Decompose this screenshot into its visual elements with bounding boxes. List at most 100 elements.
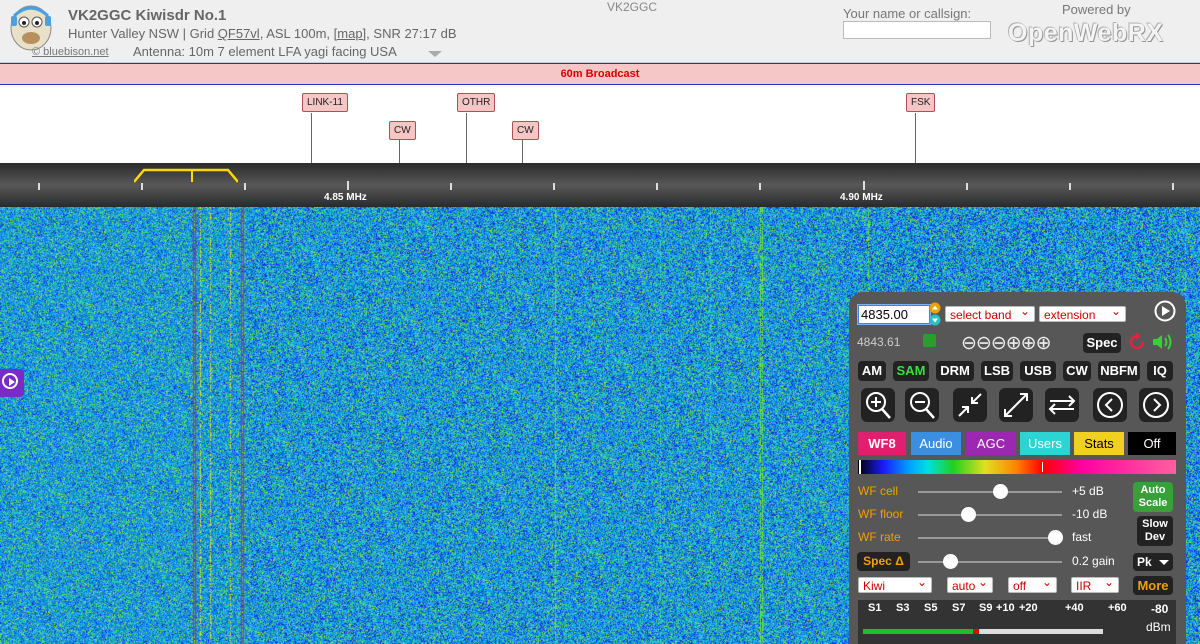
top-bar: VK2GGC Kiwisdr No.1 Hunter Valley NSW | … — [0, 0, 1200, 63]
scale-label: 4.85 MHz — [324, 192, 367, 203]
side-panel-toggle-button[interactable] — [0, 369, 24, 397]
name-input[interactable] — [843, 21, 991, 39]
spec-gain-slider[interactable] — [918, 554, 1062, 569]
wf-rate-value: fast — [1072, 530, 1092, 544]
spec-delta-button[interactable]: Spec Δ — [857, 552, 910, 571]
dbm-value: -80 — [1151, 602, 1169, 616]
off-select[interactable]: off — [1008, 577, 1057, 593]
mode-button-lsb[interactable]: LSB — [981, 361, 1013, 381]
wf-cell-value: +5 dB — [1072, 484, 1104, 498]
powered-by-label: Powered by — [1062, 2, 1131, 17]
wf-floor-label: WF floor — [858, 507, 904, 521]
wf-cell-label: WF cell — [858, 484, 898, 498]
extension-select[interactable]: extension — [1039, 306, 1126, 322]
credit-link[interactable]: © bluebison.net — [32, 46, 109, 58]
slider-handle[interactable] — [942, 554, 958, 569]
mode-button-nbfm[interactable]: NBFM — [1098, 361, 1140, 381]
collapse-header-icon[interactable] — [428, 51, 442, 57]
mode-button-sam[interactable]: SAM — [893, 361, 929, 381]
auto-scale-button[interactable]: Auto Scale — [1133, 482, 1173, 512]
auto-select[interactable]: auto — [947, 577, 993, 593]
wf-floor-slider[interactable] — [918, 507, 1062, 522]
wf-rate-slider[interactable] — [918, 530, 1063, 545]
external-link-icon[interactable] — [923, 334, 936, 347]
page-right-button[interactable] — [1139, 388, 1173, 422]
tab-stats[interactable]: Stats — [1074, 432, 1124, 455]
band-select[interactable]: select band — [945, 306, 1035, 322]
s-meter-label: +10 — [996, 602, 1015, 614]
name-label: Your name or callsign: — [843, 6, 972, 21]
speaker-icon[interactable] — [1151, 332, 1175, 352]
play-icon[interactable] — [1154, 300, 1176, 322]
tab-users[interactable]: Users — [1020, 432, 1070, 455]
slow-dev-button[interactable]: Slow Dev — [1137, 516, 1173, 546]
slider-handle[interactable] — [1047, 530, 1063, 545]
dx-label[interactable]: FSK — [906, 93, 936, 112]
zoom-in-button[interactable] — [861, 388, 895, 422]
dx-label[interactable]: CW — [389, 121, 416, 140]
kiwi-select[interactable]: Kiwi — [858, 577, 932, 593]
zoom-max-out-button[interactable] — [999, 388, 1033, 422]
s-meter-label: +20 — [1019, 602, 1038, 614]
slider-handle[interactable] — [961, 507, 977, 522]
band-label: 60m Broadcast — [560, 68, 640, 80]
map-link[interactable]: [map] — [334, 26, 367, 41]
peak-select[interactable]: Pk — [1133, 553, 1173, 571]
secondary-frequency: 4843.61 — [857, 335, 901, 349]
dx-label[interactable]: OTHR — [457, 93, 496, 112]
iir-select[interactable]: IIR — [1071, 577, 1119, 593]
station-title: VK2GGC Kiwisdr No.1 — [68, 7, 227, 24]
wf-floor-value: -10 dB — [1072, 507, 1108, 521]
mode-button-iq[interactable]: IQ — [1147, 361, 1173, 381]
zoom-band-button[interactable] — [953, 388, 987, 422]
scale-tick — [966, 183, 968, 190]
expand-arrows-icon — [1004, 393, 1028, 417]
dx-label[interactable]: CW — [512, 121, 539, 140]
tab-off[interactable]: Off — [1128, 432, 1176, 455]
wf-cell-slider[interactable] — [918, 484, 1062, 499]
refresh-icon[interactable] — [1127, 332, 1147, 352]
band-bar[interactable]: 60m Broadcast — [0, 64, 1200, 84]
frequency-input[interactable]: 4835.00 — [858, 305, 930, 324]
frequency-scale[interactable]: 4.85 MHz 4.90 MHz — [0, 163, 1200, 207]
slider-handle[interactable] — [993, 484, 1009, 499]
scale-tick — [38, 183, 40, 190]
grid-link[interactable]: QF57vl — [218, 26, 260, 41]
mode-button-am[interactable]: AM — [858, 361, 886, 381]
page-left-button[interactable] — [1093, 388, 1127, 422]
waterfall-colorbar — [858, 460, 1176, 474]
dx-label[interactable]: LINK-11 — [302, 93, 348, 112]
chevron-left-icon — [1097, 392, 1123, 418]
dx-marker-line — [466, 113, 467, 163]
scale-tick — [656, 183, 658, 190]
tab-audio[interactable]: Audio — [911, 432, 961, 455]
scale-tick — [347, 181, 349, 190]
mode-button-cw[interactable]: CW — [1063, 361, 1091, 381]
play-circle-icon — [2, 373, 18, 389]
freq-step-buttons[interactable]: ⊖⊖⊖⊕⊕⊕ — [961, 332, 1052, 355]
frequency-step-icon[interactable] — [929, 302, 941, 326]
scale-tick — [553, 183, 555, 190]
passband-marker[interactable] — [134, 166, 238, 184]
antenna-info: Antenna: 10m 7 element LFA yagi facing U… — [133, 44, 397, 59]
zoom-out-button[interactable] — [905, 388, 939, 422]
s-meter-label: S5 — [924, 602, 938, 614]
wf-rate-label: WF rate — [858, 530, 901, 544]
spec-gain-value: 0.2 gain — [1072, 554, 1115, 568]
openwebrx-logo[interactable]: OpenWebRX — [1008, 19, 1163, 48]
scale-tick — [1069, 183, 1071, 190]
mode-button-usb[interactable]: USB — [1020, 361, 1056, 381]
spec-button[interactable]: Spec — [1083, 333, 1121, 353]
zoom-in-icon — [866, 392, 891, 419]
swap-button[interactable] — [1045, 388, 1079, 422]
station-location: Hunter Valley NSW | Grid QF57vl, ASL 100… — [68, 26, 457, 41]
scale-tick — [1172, 183, 1174, 190]
more-button[interactable]: More — [1133, 576, 1173, 595]
tab-agc[interactable]: AGC — [966, 432, 1016, 455]
mode-button-drm[interactable]: DRM — [936, 361, 974, 381]
s-meter-label: S1 — [868, 602, 882, 614]
dx-marker-line — [522, 140, 523, 163]
scale-tick — [759, 183, 761, 190]
dbm-unit: dBm — [1146, 620, 1171, 634]
tab-wf8[interactable]: WF8 — [858, 432, 906, 455]
